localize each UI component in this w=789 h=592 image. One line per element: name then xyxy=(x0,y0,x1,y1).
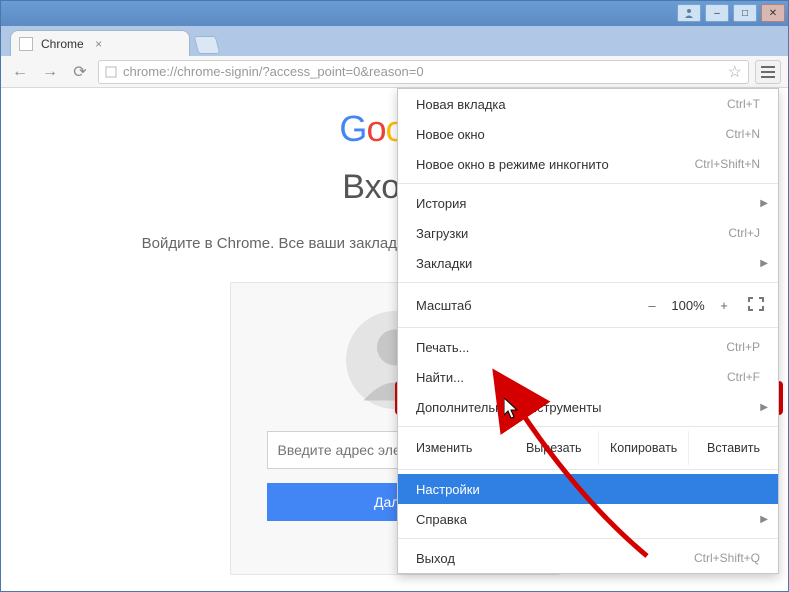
menu-more-tools[interactable]: Дополнительные инструменты ▶ xyxy=(398,392,778,422)
paste-button[interactable]: Вставить xyxy=(689,431,778,465)
menu-label: Дополнительные инструменты xyxy=(416,400,602,415)
close-button[interactable]: ✕ xyxy=(761,4,785,22)
menu-shortcut: Ctrl+F xyxy=(727,370,760,384)
browser-tab[interactable]: Chrome × xyxy=(10,30,190,56)
reload-button[interactable]: ⟳ xyxy=(68,60,92,84)
menu-help[interactable]: Справка ▶ xyxy=(398,504,778,534)
tab-strip: Chrome × xyxy=(0,26,789,56)
chrome-menu: Новая вкладка Ctrl+T Новое окно Ctrl+N Нов… xyxy=(397,88,779,574)
chevron-right-icon: ▶ xyxy=(760,514,768,525)
zoom-percent: 100% xyxy=(664,298,712,313)
menu-bookmarks[interactable]: Закладки ▶ xyxy=(398,248,778,278)
tab-title: Chrome xyxy=(41,37,84,51)
copy-button[interactable]: Копировать xyxy=(599,431,689,465)
menu-zoom-row: Масштаб – 100% + xyxy=(398,287,778,323)
chevron-right-icon: ▶ xyxy=(760,402,768,413)
menu-shortcut: Ctrl+T xyxy=(727,97,760,111)
chrome-menu-button[interactable] xyxy=(755,60,781,84)
menu-label: Загрузки xyxy=(416,226,468,241)
menu-label: Выход xyxy=(416,551,455,566)
menu-label: Новое окно в режиме инкогнито xyxy=(416,157,609,172)
minimize-button[interactable]: – xyxy=(705,4,729,22)
menu-label: История xyxy=(416,196,466,211)
edit-label: Изменить xyxy=(398,431,509,465)
menu-separator xyxy=(398,426,778,427)
browser-toolbar: ← → ⟳ ☆ xyxy=(0,56,789,88)
menu-label: Справка xyxy=(416,512,467,527)
address-bar[interactable]: ☆ xyxy=(98,60,749,84)
page-icon xyxy=(19,37,33,51)
user-icon[interactable] xyxy=(677,4,701,22)
chevron-right-icon: ▶ xyxy=(760,258,768,269)
menu-label: Новое окно xyxy=(416,127,485,142)
menu-print[interactable]: Печать... Ctrl+P xyxy=(398,332,778,362)
menu-label: Закладки xyxy=(416,256,472,271)
menu-edit-row: Изменить Вырезать Копировать Вставить xyxy=(398,431,778,465)
fullscreen-icon[interactable] xyxy=(748,297,764,314)
menu-shortcut: Ctrl+J xyxy=(728,226,760,240)
back-button[interactable]: ← xyxy=(8,60,32,84)
menu-label: Настройки xyxy=(416,482,480,497)
chevron-right-icon: ▶ xyxy=(760,198,768,209)
menu-separator xyxy=(398,327,778,328)
menu-separator xyxy=(398,469,778,470)
bookmark-star-icon[interactable]: ☆ xyxy=(728,62,742,82)
menu-separator xyxy=(398,282,778,283)
menu-incognito[interactable]: Новое окно в режиме инкогнито Ctrl+Shift+… xyxy=(398,149,778,179)
menu-label: Найти... xyxy=(416,370,464,385)
page-icon xyxy=(105,66,117,78)
menu-separator xyxy=(398,538,778,539)
menu-label: Печать... xyxy=(416,340,469,355)
menu-shortcut: Ctrl+P xyxy=(726,340,760,354)
zoom-in-button[interactable]: + xyxy=(712,298,736,313)
menu-downloads[interactable]: Загрузки Ctrl+J xyxy=(398,218,778,248)
menu-shortcut: Ctrl+Shift+Q xyxy=(694,551,760,565)
menu-label: Новая вкладка xyxy=(416,97,506,112)
cut-button[interactable]: Вырезать xyxy=(509,431,599,465)
forward-button[interactable]: → xyxy=(38,60,62,84)
tab-close-icon[interactable]: × xyxy=(92,37,106,51)
menu-separator xyxy=(398,183,778,184)
url-input[interactable] xyxy=(123,64,722,79)
menu-shortcut: Ctrl+Shift+N xyxy=(695,157,760,171)
window-titlebar: – □ ✕ xyxy=(0,0,789,26)
zoom-label: Масштаб xyxy=(412,298,640,313)
new-tab-button[interactable] xyxy=(194,36,221,54)
menu-new-tab[interactable]: Новая вкладка Ctrl+T xyxy=(398,89,778,119)
menu-exit[interactable]: Выход Ctrl+Shift+Q xyxy=(398,543,778,573)
zoom-out-button[interactable]: – xyxy=(640,298,664,313)
menu-shortcut: Ctrl+N xyxy=(726,127,760,141)
menu-settings[interactable]: Настройки xyxy=(398,474,778,504)
menu-find[interactable]: Найти... Ctrl+F xyxy=(398,362,778,392)
maximize-button[interactable]: □ xyxy=(733,4,757,22)
hamburger-icon xyxy=(761,66,775,78)
menu-history[interactable]: История ▶ xyxy=(398,188,778,218)
menu-new-window[interactable]: Новое окно Ctrl+N xyxy=(398,119,778,149)
